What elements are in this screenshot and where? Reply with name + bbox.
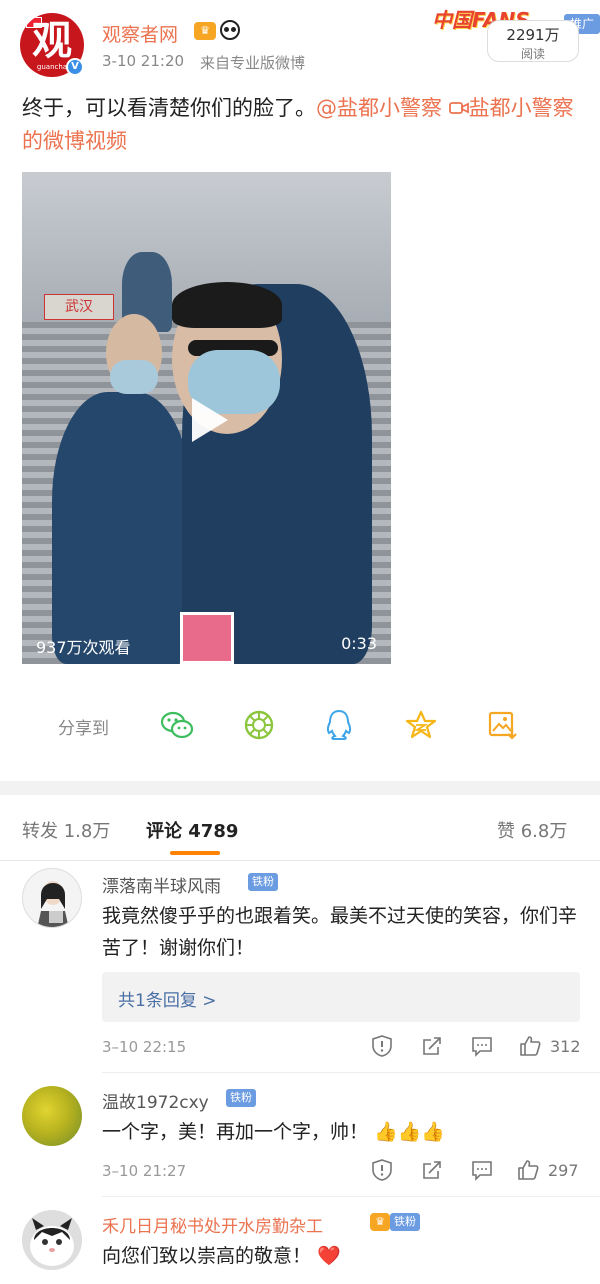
comment-text: 一个字，美！再加一个字，帅！ 👍👍👍: [102, 1116, 582, 1148]
read-label: 阅读: [520, 47, 545, 61]
fan-badge: 铁粉: [248, 873, 278, 891]
share-label: 分享到: [58, 719, 109, 739]
verified-icon: V: [66, 58, 84, 76]
thumbs-up-icon[interactable]: [518, 1034, 542, 1058]
post-header: 观 guancha V 观察者网 ♛ 3-10 21:20 来自专业版微博 中国…: [0, 0, 600, 90]
vip-crown-icon[interactable]: ♛: [194, 22, 216, 40]
play-icon[interactable]: [192, 398, 228, 442]
post-text: 终于，可以看清楚你们的脸了。@盐都小警察 盐都小警察的微博视频: [22, 92, 582, 158]
video-icon: [448, 102, 469, 114]
reply-icon[interactable]: [470, 1034, 494, 1058]
commenter-avatar[interactable]: [22, 868, 82, 928]
moments-icon[interactable]: [242, 708, 276, 742]
like-count: 312: [550, 1037, 581, 1056]
video-person-front-hair: [172, 282, 282, 328]
report-icon[interactable]: [370, 1158, 394, 1182]
video-player[interactable]: 武汉 937万次观看 0:33: [22, 172, 391, 664]
video-scene-sign: 武汉: [44, 294, 114, 320]
heart-emoji: ❤️: [317, 1245, 341, 1267]
commenter-name[interactable]: 温故1972cxy: [102, 1088, 209, 1113]
reply-summary-link[interactable]: 共1条回复 >: [118, 986, 216, 1011]
tab-comments[interactable]: 评论 4789: [146, 817, 238, 843]
comment-divider: [102, 1196, 600, 1197]
commenter-name[interactable]: 禾几日月秘书处开水房勤杂工: [102, 1212, 323, 1237]
reply-summary-box[interactable]: 共1条回复 >: [102, 972, 580, 1022]
post-text-main: 终于，可以看清楚你们的脸了。: [22, 96, 316, 120]
reply-icon[interactable]: [470, 1158, 494, 1182]
read-count: 2291万: [506, 26, 560, 44]
like-count: 297: [548, 1161, 579, 1180]
thumbs-up-emoji: 👍👍👍: [374, 1121, 446, 1143]
video-person-left-mask: [110, 360, 158, 394]
post-time: 3-10 21:20: [102, 52, 185, 70]
thumbs-up-icon[interactable]: [516, 1158, 540, 1182]
tab-likes[interactable]: 赞 6.8万: [497, 817, 567, 843]
avatar-glyph: 观: [32, 17, 72, 64]
post-source: 来自专业版微博: [200, 54, 306, 72]
fan-badge: 铁粉: [390, 1213, 420, 1231]
commenter-avatar[interactable]: [22, 1086, 82, 1146]
fan-badge: 铁粉: [226, 1089, 256, 1107]
video-view-count: 937万次观看: [36, 638, 131, 657]
commenter-name[interactable]: 漂落南半球风雨: [102, 872, 221, 897]
video-duration: 0:33: [341, 634, 377, 653]
comment-text: 向您们致以崇高的敬意！ ❤️: [102, 1240, 582, 1272]
wechat-icon[interactable]: [160, 708, 194, 742]
read-count-box: 2291万 阅读: [487, 20, 579, 62]
section-separator: [0, 781, 600, 795]
qzone-icon[interactable]: [404, 708, 438, 742]
video-id-card: [180, 612, 234, 664]
report-icon[interactable]: [370, 1034, 394, 1058]
author-name[interactable]: 观察者网: [102, 20, 178, 47]
commenter-avatar[interactable]: [22, 1210, 82, 1270]
tab-active-indicator: [170, 851, 220, 855]
comment-divider: [102, 1072, 600, 1073]
comment-time: 3–10 21:27: [102, 1162, 187, 1180]
mention-link[interactable]: @盐都小警察: [316, 96, 442, 120]
panda-icon[interactable]: [220, 20, 240, 40]
comment-time: 3–10 22:15: [102, 1038, 187, 1056]
save-image-icon[interactable]: [486, 708, 520, 742]
comment-text: 我竟然傻乎乎的也跟着笑。最美不过天使的笑容，你们辛苦了！谢谢你们！: [102, 905, 578, 959]
qq-icon[interactable]: [322, 708, 356, 742]
share-row: 分享到: [0, 700, 600, 750]
forward-icon[interactable]: [420, 1158, 444, 1182]
tab-repost[interactable]: 转发 1.8万: [22, 817, 110, 843]
video-person-left: [52, 392, 192, 664]
forward-icon[interactable]: [420, 1034, 444, 1058]
post-tabs: 转发 1.8万 评论 4789 赞 6.8万: [0, 795, 600, 861]
vip-crown-icon: ♛: [370, 1213, 390, 1231]
comment-text-body: 一个字，美！再加一个字，帅！: [102, 1121, 369, 1143]
comment-text-body: 向您们致以崇高的敬意！: [102, 1245, 312, 1267]
